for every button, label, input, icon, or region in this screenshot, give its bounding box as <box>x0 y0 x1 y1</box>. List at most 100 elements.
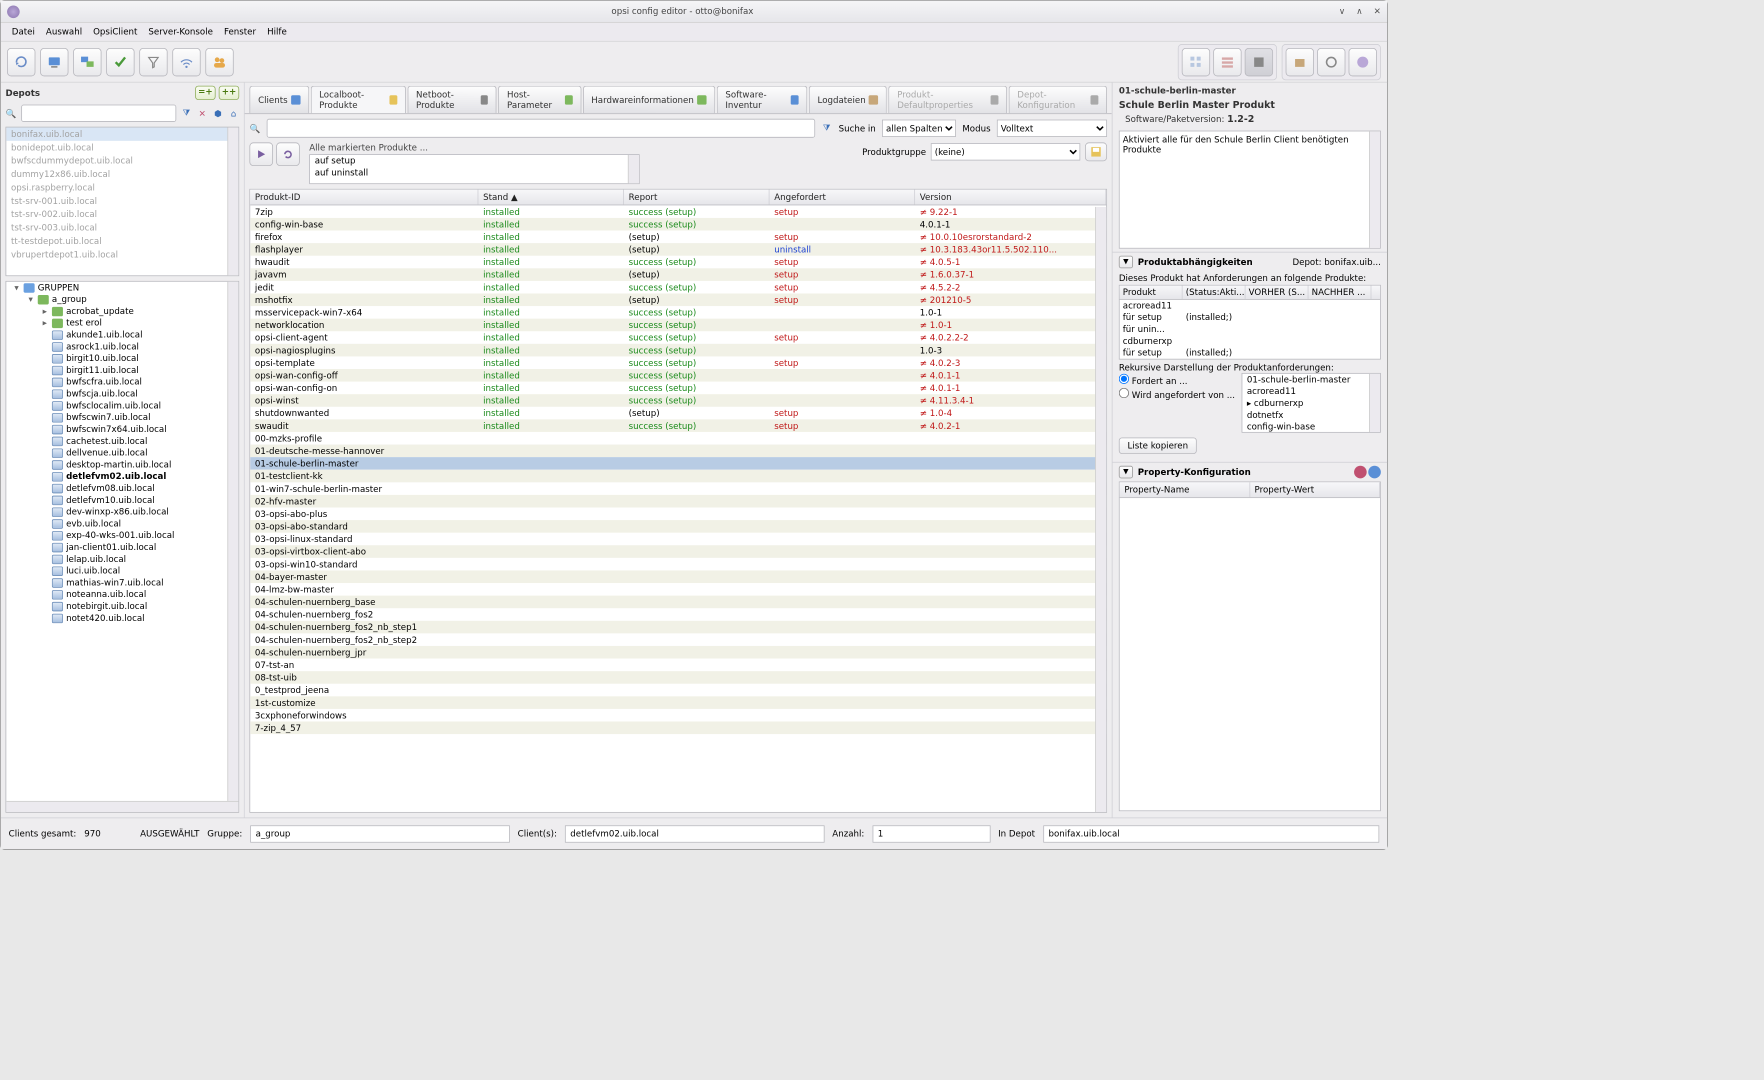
tab-6[interactable]: Logdateien <box>809 86 887 114</box>
package-icon[interactable] <box>1286 48 1314 76</box>
table-row[interactable]: 3cxphoneforwindows <box>250 709 1106 722</box>
tree-item[interactable]: ▾GRUPPEN <box>6 282 238 294</box>
table-row[interactable]: 08-tst-uib <box>250 671 1106 684</box>
scrollbar[interactable] <box>1095 207 1106 812</box>
depot-item[interactable]: dummy12x86.uib.local <box>6 168 238 181</box>
tree-item[interactable]: bwfscwin7.uib.local <box>6 411 238 423</box>
marked-list[interactable]: auf setupauf uninstall <box>309 154 639 184</box>
depot-item[interactable]: opsi.raspberry.local <box>6 181 238 194</box>
count-field[interactable] <box>872 825 990 842</box>
table-row[interactable]: firefoxinstalled(setup)setup≠ 10.0.10esr… <box>250 231 1106 244</box>
table-row[interactable]: 04-schulen-nuernberg_jpr <box>250 646 1106 659</box>
dep-col[interactable]: VORHER (S... <box>1246 286 1309 299</box>
tree-item[interactable]: evb.uib.local <box>6 518 238 530</box>
tree-item[interactable]: exp-40-wks-001.uib.local <box>6 530 238 542</box>
tab-4[interactable]: Hardwareinformationen <box>583 86 715 114</box>
table-row[interactable]: flashplayerinstalled(setup)uninstall≠ 10… <box>250 243 1106 256</box>
chevron-down-icon[interactable]: ▼ <box>1119 466 1133 479</box>
table-row[interactable]: opsi-wan-config-offinstalledsuccess (set… <box>250 369 1106 382</box>
table-row[interactable]: 1st-customize <box>250 696 1106 709</box>
product-search-input[interactable] <box>267 119 815 138</box>
tab-5[interactable]: Software-Inventur <box>717 86 808 114</box>
table-row[interactable]: 0_testprod_jeena <box>250 684 1106 697</box>
table-row[interactable]: config-win-baseinstalledsuccess (setup)4… <box>250 218 1106 231</box>
globe-icon[interactable] <box>1349 48 1377 76</box>
table-row[interactable]: 03-opsi-win10-standard <box>250 558 1106 571</box>
prop-col[interactable]: Property-Wert <box>1250 482 1380 497</box>
clients-field[interactable] <box>565 825 825 842</box>
x-icon[interactable]: ✕ <box>197 108 208 119</box>
tree-item[interactable]: jan-client01.uib.local <box>6 541 238 553</box>
search-mode-select[interactable]: Volltext <box>997 120 1107 137</box>
tree-item[interactable]: lelap.uib.local <box>6 553 238 565</box>
tree-item[interactable]: ▾a_group <box>6 293 238 305</box>
rec-item[interactable]: 01-schule-berlin-master <box>1242 374 1380 386</box>
column-header[interactable]: Angefordert <box>769 190 915 205</box>
table-row[interactable]: 03-opsi-linux-standard <box>250 533 1106 546</box>
table-row[interactable]: 00-mzks-profile <box>250 432 1106 445</box>
table-row[interactable]: 7-zip_4_57 <box>250 721 1106 734</box>
table-row[interactable]: 04-lmz-bw-master <box>250 583 1106 596</box>
filter-button[interactable] <box>139 48 167 76</box>
table-row[interactable]: 04-schulen-nuernberg_fos2 <box>250 608 1106 621</box>
table-row[interactable]: 04-schulen-nuernberg_base <box>250 596 1106 609</box>
depot-equal-button[interactable]: =+ <box>195 86 215 100</box>
table-row[interactable]: 07-tst-an <box>250 659 1106 672</box>
table-row[interactable]: 01-testclient-kk <box>250 470 1106 483</box>
depot-field[interactable] <box>1043 825 1379 842</box>
tree-item[interactable]: bwfsclocalim.uib.local <box>6 400 238 412</box>
maximize-icon[interactable]: ∧ <box>1356 6 1362 16</box>
depot-item[interactable]: bwfscdummydepot.uib.local <box>6 154 238 167</box>
tree-item[interactable]: asrock1.uib.local <box>6 341 238 353</box>
column-header[interactable]: Produkt-ID <box>250 190 478 205</box>
table-row[interactable]: opsi-wan-config-oninstalledsuccess (setu… <box>250 382 1106 395</box>
table-row[interactable]: 02-hfv-master <box>250 495 1106 508</box>
table-row[interactable]: 04-bayer-master <box>250 570 1106 583</box>
table-row[interactable]: shutdownwantedinstalled(setup)setup≠ 1.0… <box>250 407 1106 420</box>
rec-item[interactable]: ▸ cdburnerxp <box>1242 397 1380 409</box>
menu-auswahl[interactable]: Auswahl <box>41 25 87 38</box>
tab-2[interactable]: Netboot-Produkte <box>407 86 496 114</box>
scrollbar[interactable] <box>227 127 238 275</box>
depot-search-input[interactable] <box>21 105 176 122</box>
depot-item[interactable]: bonidepot.uib.local <box>6 141 238 154</box>
depot-item[interactable]: tst-srv-002.uib.local <box>6 208 238 221</box>
table-row[interactable]: networklocationinstalledsuccess (setup)≠… <box>250 319 1106 332</box>
tree-item[interactable]: detlefvm02.uib.local <box>6 471 238 483</box>
rec-list[interactable]: 01-schule-berlin-master acroread11▸ cdbu… <box>1241 373 1381 433</box>
tree-item[interactable]: dellvenue.uib.local <box>6 447 238 459</box>
tree-item[interactable]: desktop-martin.uib.local <box>6 459 238 471</box>
tree-item[interactable]: mathias-win7.uib.local <box>6 577 238 589</box>
tree-item[interactable]: dev-winxp-x86.uib.local <box>6 506 238 518</box>
table-row[interactable]: opsi-nagiospluginsinstalledsuccess (setu… <box>250 344 1106 357</box>
table-row[interactable]: 01-schule-berlin-master <box>250 457 1106 470</box>
table-row[interactable]: 03-opsi-virtbox-client-abo <box>250 545 1106 558</box>
tree-item[interactable]: akunde1.uib.local <box>6 329 238 341</box>
client-add-button[interactable] <box>40 48 68 76</box>
scrollbar[interactable] <box>227 282 238 801</box>
tab-1[interactable]: Localboot-Produkte <box>310 86 405 114</box>
minimize-icon[interactable]: ∨ <box>1339 6 1345 16</box>
column-header[interactable]: Stand ▲ <box>478 190 624 205</box>
refresh-button[interactable] <box>7 48 35 76</box>
client-tree[interactable]: ▾GRUPPEN▾a_group▸acrobat_update▸test ero… <box>6 281 240 813</box>
depot-item[interactable]: tst-srv-003.uib.local <box>6 221 238 234</box>
grid1-icon[interactable] <box>1182 48 1210 76</box>
sync-icon[interactable] <box>1317 48 1345 76</box>
depot-item[interactable]: tst-srv-001.uib.local <box>6 194 238 207</box>
table-row[interactable]: opsi-winstinstalledsuccess (setup)≠ 4.11… <box>250 394 1106 407</box>
funnel-icon[interactable]: ⧩ <box>821 123 832 134</box>
tree-item[interactable]: ▸test erol <box>6 317 238 329</box>
grid2-icon[interactable] <box>1213 48 1241 76</box>
tree-item[interactable]: notebirgit.uib.local <box>6 600 238 612</box>
chevron-down-icon[interactable]: ▼ <box>1119 256 1133 269</box>
table-row[interactable]: 04-schulen-nuernberg_fos2_nb_step2 <box>250 633 1106 646</box>
table-row[interactable]: opsi-client-agentinstalledsuccess (setup… <box>250 331 1106 344</box>
tree-item[interactable]: bwfscwin7x64.uib.local <box>6 423 238 435</box>
table-row[interactable]: 01-win7-schule-berlin-master <box>250 482 1106 495</box>
table-row[interactable]: 01-deutsche-messe-hannover <box>250 445 1106 458</box>
red-dot-icon[interactable] <box>1354 466 1367 479</box>
clients-button[interactable] <box>73 48 101 76</box>
tree-item[interactable]: ▸acrobat_update <box>6 305 238 317</box>
play-button[interactable] <box>249 142 273 166</box>
